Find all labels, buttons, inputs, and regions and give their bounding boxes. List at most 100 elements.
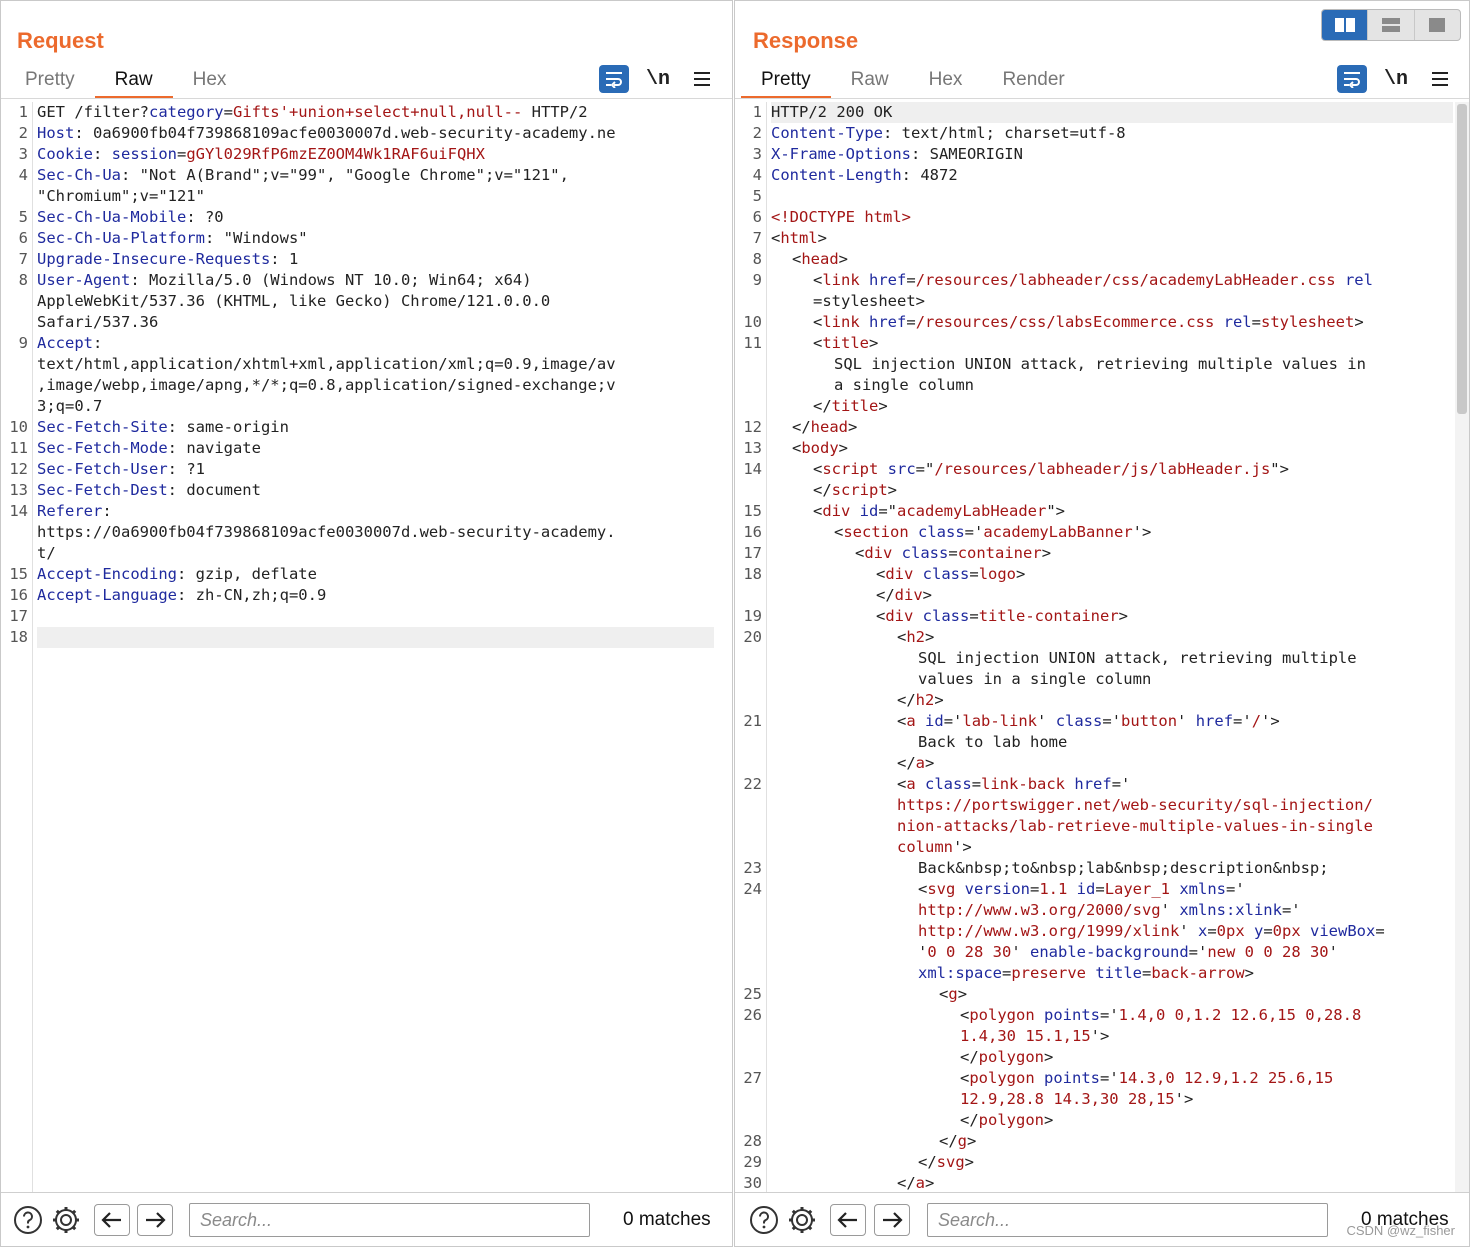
header-separator: : [93,145,112,163]
code-line: <a id='lab-link' class='button' href='/'… [771,711,1453,732]
request-editor[interactable]: 1 2 3 4 5 6 7 8 9 10 11 12 13 14 15 16 17 18 GET /filter?… [1,102,732,1192]
quote: ' [1037,712,1056,730]
header-key: Host [37,124,75,142]
header-value: : Mozilla/5.0 (Windows NT 10.0; Win64; x… [130,271,532,289]
bracket: > [878,397,888,415]
equals: = [1002,964,1012,982]
equals: =' [1281,901,1301,919]
line-number: 5 [18,208,28,226]
help-button[interactable] [747,1204,781,1236]
menu-icon [1432,72,1448,86]
wrap-lines-button[interactable] [1337,65,1367,93]
tab-pretty[interactable]: Pretty [5,67,95,99]
line-number: 17 [9,607,28,625]
next-match-button[interactable] [137,1204,173,1236]
request-line-method: GET /filter? [37,103,149,121]
tab-raw[interactable]: Raw [831,67,909,99]
bracket: > [1044,1048,1054,1066]
tag-name: a [906,775,916,793]
request-code[interactable]: GET /filter?category=Gifts'+union+select… [37,102,732,1192]
line-number: 4 [18,166,28,184]
code-line: </a> [771,1173,1453,1192]
equals: = [1142,964,1152,982]
search-input[interactable] [927,1203,1328,1237]
tab-hex[interactable]: Hex [173,67,247,99]
attr-value: new 0 0 28 30 [1207,943,1329,961]
equals: = [1263,922,1273,940]
wrap-lines-button[interactable] [599,65,629,93]
request-title: Request [17,28,104,53]
code-line: Upgrade-Insecure-Requests: 1 [37,249,732,270]
equals: =' [1111,775,1131,793]
bracket: > [848,418,858,436]
bracket: < [876,607,886,625]
tag-name: polygon [969,1006,1035,1024]
layout-split-vertical-button[interactable] [1368,10,1415,40]
menu-button[interactable] [1429,65,1451,93]
scrollbar-thumb[interactable] [1457,104,1467,414]
attr-name: xmlns [1170,880,1227,898]
tag-name: link [822,271,860,289]
code-line: <polygon points='1.4,0 0,1.2 12.6,15 0,2… [771,1005,1453,1026]
equals: =' [964,523,984,541]
settings-button[interactable] [49,1204,83,1236]
newline-toggle-button[interactable]: \n [643,65,673,93]
quote: ' [1179,922,1198,940]
equals: = [969,607,979,625]
tab-raw[interactable]: Raw [94,67,173,99]
bracket: </ [813,397,832,415]
code-line: AppleWebKit/537.36 (KHTML, like Gecko) C… [37,291,732,312]
link-text: Back to lab home [918,733,1068,751]
tag-name: polygon [978,1111,1044,1129]
next-match-button[interactable] [874,1204,910,1236]
line-number: 29 [743,1153,762,1171]
line-number: 20 [743,628,762,646]
code-line: Accept-Encoding: gzip, deflate [37,564,732,585]
response-editor[interactable]: 1 2 3 4 5 6 7 8 9 10 11 12 13 14 15 16 17 18 19 20 21 22 23 24 2… [735,102,1469,1192]
query-param-value: Gifts'+union+select+null,null-- [232,103,523,121]
code-line: t/ [37,543,732,564]
tag-name: head [810,418,848,436]
cookie-equals: = [177,145,187,163]
tab-pretty[interactable]: Pretty [741,67,831,99]
attr-name: viewBox [1300,922,1376,940]
tab-hex[interactable]: Hex [909,67,983,99]
bracket: < [813,502,823,520]
code-line: <h2> [771,627,1453,648]
code-line: <link href=/resources/css/labsEcommerce.… [771,312,1453,333]
code-line: http://www.w3.org/2000/svg' xmlns:xlink=… [771,900,1453,921]
heading-text: SQL injection UNION attack, retrieving m… [918,649,1357,667]
attr-value: https://portswigger.net/web-security/sql… [897,796,1373,814]
attr-value: http://www.w3.org/2000/svg [918,901,1161,919]
previous-match-button[interactable] [94,1204,130,1236]
code-line: Host: 0a6900fb04f739868109acfe0030007d.w… [37,123,732,144]
vertical-scrollbar[interactable] [1455,102,1469,1192]
header-key: Content-Type [771,124,883,142]
attr-name: xmlns:xlink [1179,901,1282,919]
tag-name: html [780,229,818,247]
tag-name: g [957,1132,968,1150]
attr-value: academyLabHeader [897,502,1047,520]
help-icon [14,1206,42,1234]
code-line: </h2> [771,690,1453,711]
code-line: https://portswigger.net/web-security/sql… [771,795,1453,816]
menu-button[interactable] [691,65,713,93]
attr-value: /resources/labheader/css/academyLabHeade… [915,271,1336,289]
newline-toggle-button[interactable]: \n [1381,65,1411,93]
previous-match-button[interactable] [830,1204,866,1236]
layout-single-button[interactable] [1415,10,1460,40]
help-button[interactable] [11,1204,45,1236]
header-key: User-Agent [37,271,131,289]
tab-render[interactable]: Render [982,67,1084,99]
line-number: 16 [9,586,28,604]
bracket: </ [876,586,895,604]
line-number: 1 [752,103,762,121]
header-key: Sec-Fetch-Dest [37,481,168,499]
search-input[interactable] [189,1203,590,1237]
tag-name: svg [927,880,956,898]
response-code[interactable]: HTTP/2 200 OK Content-Type: text/html; c… [771,102,1453,1192]
settings-button[interactable] [785,1204,819,1236]
layout-split-horizontal-button[interactable] [1322,10,1369,40]
arrow-right-icon [883,1212,903,1228]
